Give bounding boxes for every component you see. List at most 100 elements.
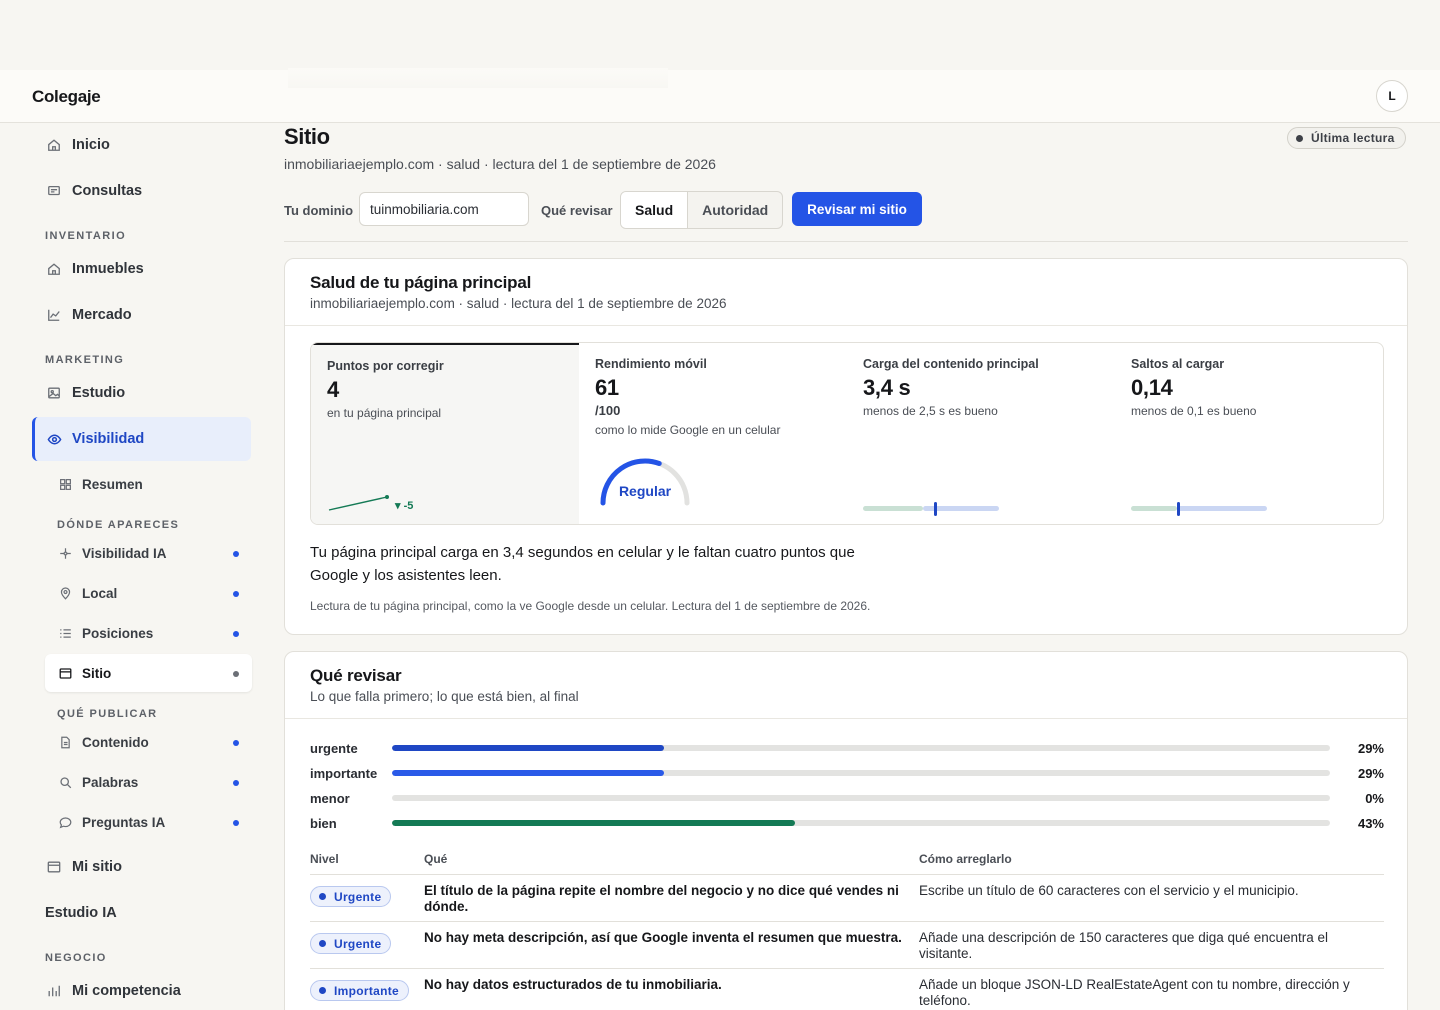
threshold-scale (863, 502, 999, 516)
gauge-label: Regular (619, 483, 672, 499)
nav-mi-sitio[interactable]: Mi sitio (46, 859, 122, 875)
subnav-resumen[interactable]: Resumen (58, 477, 143, 492)
status-dot (233, 551, 239, 557)
metric-value: 0,14 (1131, 375, 1173, 400)
bar-label: bien (310, 816, 337, 831)
image-icon (46, 385, 62, 401)
sidebar: Inicio Consultas INVENTARIO Inmuebles Me… (0, 123, 268, 1010)
segment-salud[interactable]: Salud (621, 192, 689, 228)
section-donde-apareces: DÓNDE APARECES (57, 519, 180, 531)
home-icon (46, 137, 62, 153)
window-icon (58, 667, 72, 681)
subnav-local[interactable]: Local (58, 586, 117, 601)
subnav-label: Local (82, 586, 118, 601)
section-negocio: NEGOCIO (45, 952, 107, 964)
metric-label: Carga del contenido principal (863, 357, 1039, 371)
row-what: El título de la página repite el nombre … (424, 883, 899, 914)
brand-logo[interactable]: Colegaje (32, 87, 101, 107)
subnav-posiciones[interactable]: Posiciones (58, 626, 153, 641)
nav-label: Visibilidad (72, 431, 145, 447)
nav-visibilidad[interactable]: Visibilidad (46, 431, 144, 447)
nav-label: Mercado (72, 307, 132, 323)
status-badge: Última lectura (1287, 127, 1406, 149)
home-icon (46, 261, 62, 277)
top-gap (0, 0, 1440, 70)
review-card: Qué revisar Lo que falla primero; lo que… (284, 651, 1408, 1010)
nav-estudio-ia[interactable]: Estudio IA (45, 905, 117, 921)
review-title: Qué revisar (310, 666, 402, 685)
subnav-preguntas-ia[interactable]: Preguntas IA (58, 815, 165, 830)
document-icon (58, 736, 72, 750)
metric-points[interactable]: Puntos por corregir 4 en tu página princ… (311, 343, 579, 524)
subnav-sitio[interactable]: Sitio (58, 666, 111, 681)
app-header: Colegaje L (0, 68, 1440, 123)
column-header: Nivel (310, 852, 339, 866)
check-type-toggle: Salud Autoridad (620, 191, 784, 229)
status-dot (233, 631, 239, 637)
status-dot (233, 780, 239, 786)
nav-label: Inicio (72, 137, 110, 153)
section-que-publicar: QUÉ PUBLICAR (57, 708, 158, 720)
level-label: Urgente (334, 889, 382, 904)
level-dot (319, 987, 326, 994)
nav-estudio[interactable]: Estudio (46, 385, 125, 401)
eye-icon (46, 431, 62, 447)
metric-note: como lo mide Google en un celular (595, 423, 781, 437)
check-site-button[interactable]: Revisar mi sitio (792, 192, 922, 226)
domain-input[interactable] (359, 192, 529, 226)
metric-unit: /100 (595, 403, 621, 418)
metric-label: Saltos al cargar (1131, 357, 1225, 371)
level-dot (319, 893, 326, 900)
threshold-scale (1131, 502, 1267, 516)
divider (310, 968, 1384, 969)
metric-label: Rendimiento móvil (595, 357, 707, 371)
grid-icon (58, 478, 72, 492)
subnav-label: Resumen (82, 477, 143, 492)
avatar[interactable]: L (1376, 80, 1408, 112)
nav-inmuebles[interactable]: Inmuebles (46, 261, 144, 277)
trend-sparkline (328, 495, 389, 511)
column-header: Cómo arreglarlo (919, 852, 1012, 866)
chat-icon (58, 816, 72, 830)
nav-inicio[interactable]: Inicio (46, 137, 110, 153)
row-fix: Añade un bloque JSON-LD RealEstateAgent … (919, 977, 1350, 1008)
subnav-contenido[interactable]: Contenido (58, 735, 149, 750)
subnav-label: Visibilidad IA (82, 546, 167, 561)
metric-cls[interactable]: Saltos al cargar 0,14 menos de 0,1 es bu… (1115, 343, 1383, 524)
domain-label: Tu dominio (284, 203, 354, 218)
metric-note: menos de 0,1 es bueno (1131, 404, 1257, 418)
metric-note: menos de 2,5 s es bueno (863, 404, 998, 418)
check-label: Qué revisar (541, 203, 613, 218)
metric-mobile-performance[interactable]: Rendimiento móvil 61 /100 como lo mide G… (579, 343, 847, 524)
nav-label: Inmuebles (72, 261, 144, 277)
status-dot (233, 591, 239, 597)
level-badge: Urgente (310, 886, 392, 907)
status-dot (233, 820, 239, 826)
subnav-visibilidad-ia[interactable]: Visibilidad IA (58, 546, 167, 561)
subnav-palabras[interactable]: Palabras (58, 775, 138, 790)
bars-icon (46, 983, 62, 999)
divider (284, 241, 1408, 242)
pin-icon (58, 587, 72, 601)
metric-note: en tu página principal (327, 406, 442, 420)
nav-mi-competencia[interactable]: Mi competencia (46, 983, 181, 999)
nav-consultas[interactable]: Consultas (46, 183, 142, 199)
bar-track (392, 770, 1330, 776)
nav-mercado[interactable]: Mercado (46, 307, 132, 323)
list-icon (58, 627, 72, 641)
nav-label: Mi competencia (72, 983, 181, 999)
level-badge: Urgente (310, 933, 392, 954)
row-what: No hay meta descripción, así que Google … (424, 930, 902, 945)
subnav-label: Posiciones (82, 626, 154, 641)
status-badge-label: Última lectura (1311, 131, 1395, 145)
review-subtitle: Lo que falla primero; lo que está bien, … (310, 689, 579, 704)
divider (285, 718, 1407, 719)
bar-percent: 0% (1365, 791, 1384, 806)
segment-autoridad[interactable]: Autoridad (688, 192, 782, 228)
status-dot (1296, 134, 1303, 142)
bar-label: menor (310, 791, 350, 806)
nav-label: Consultas (72, 183, 143, 199)
performance-gauge: Regular (600, 458, 690, 506)
metric-lcp[interactable]: Carga del contenido principal 3,4 s meno… (847, 343, 1115, 524)
bar-track (392, 795, 1330, 801)
